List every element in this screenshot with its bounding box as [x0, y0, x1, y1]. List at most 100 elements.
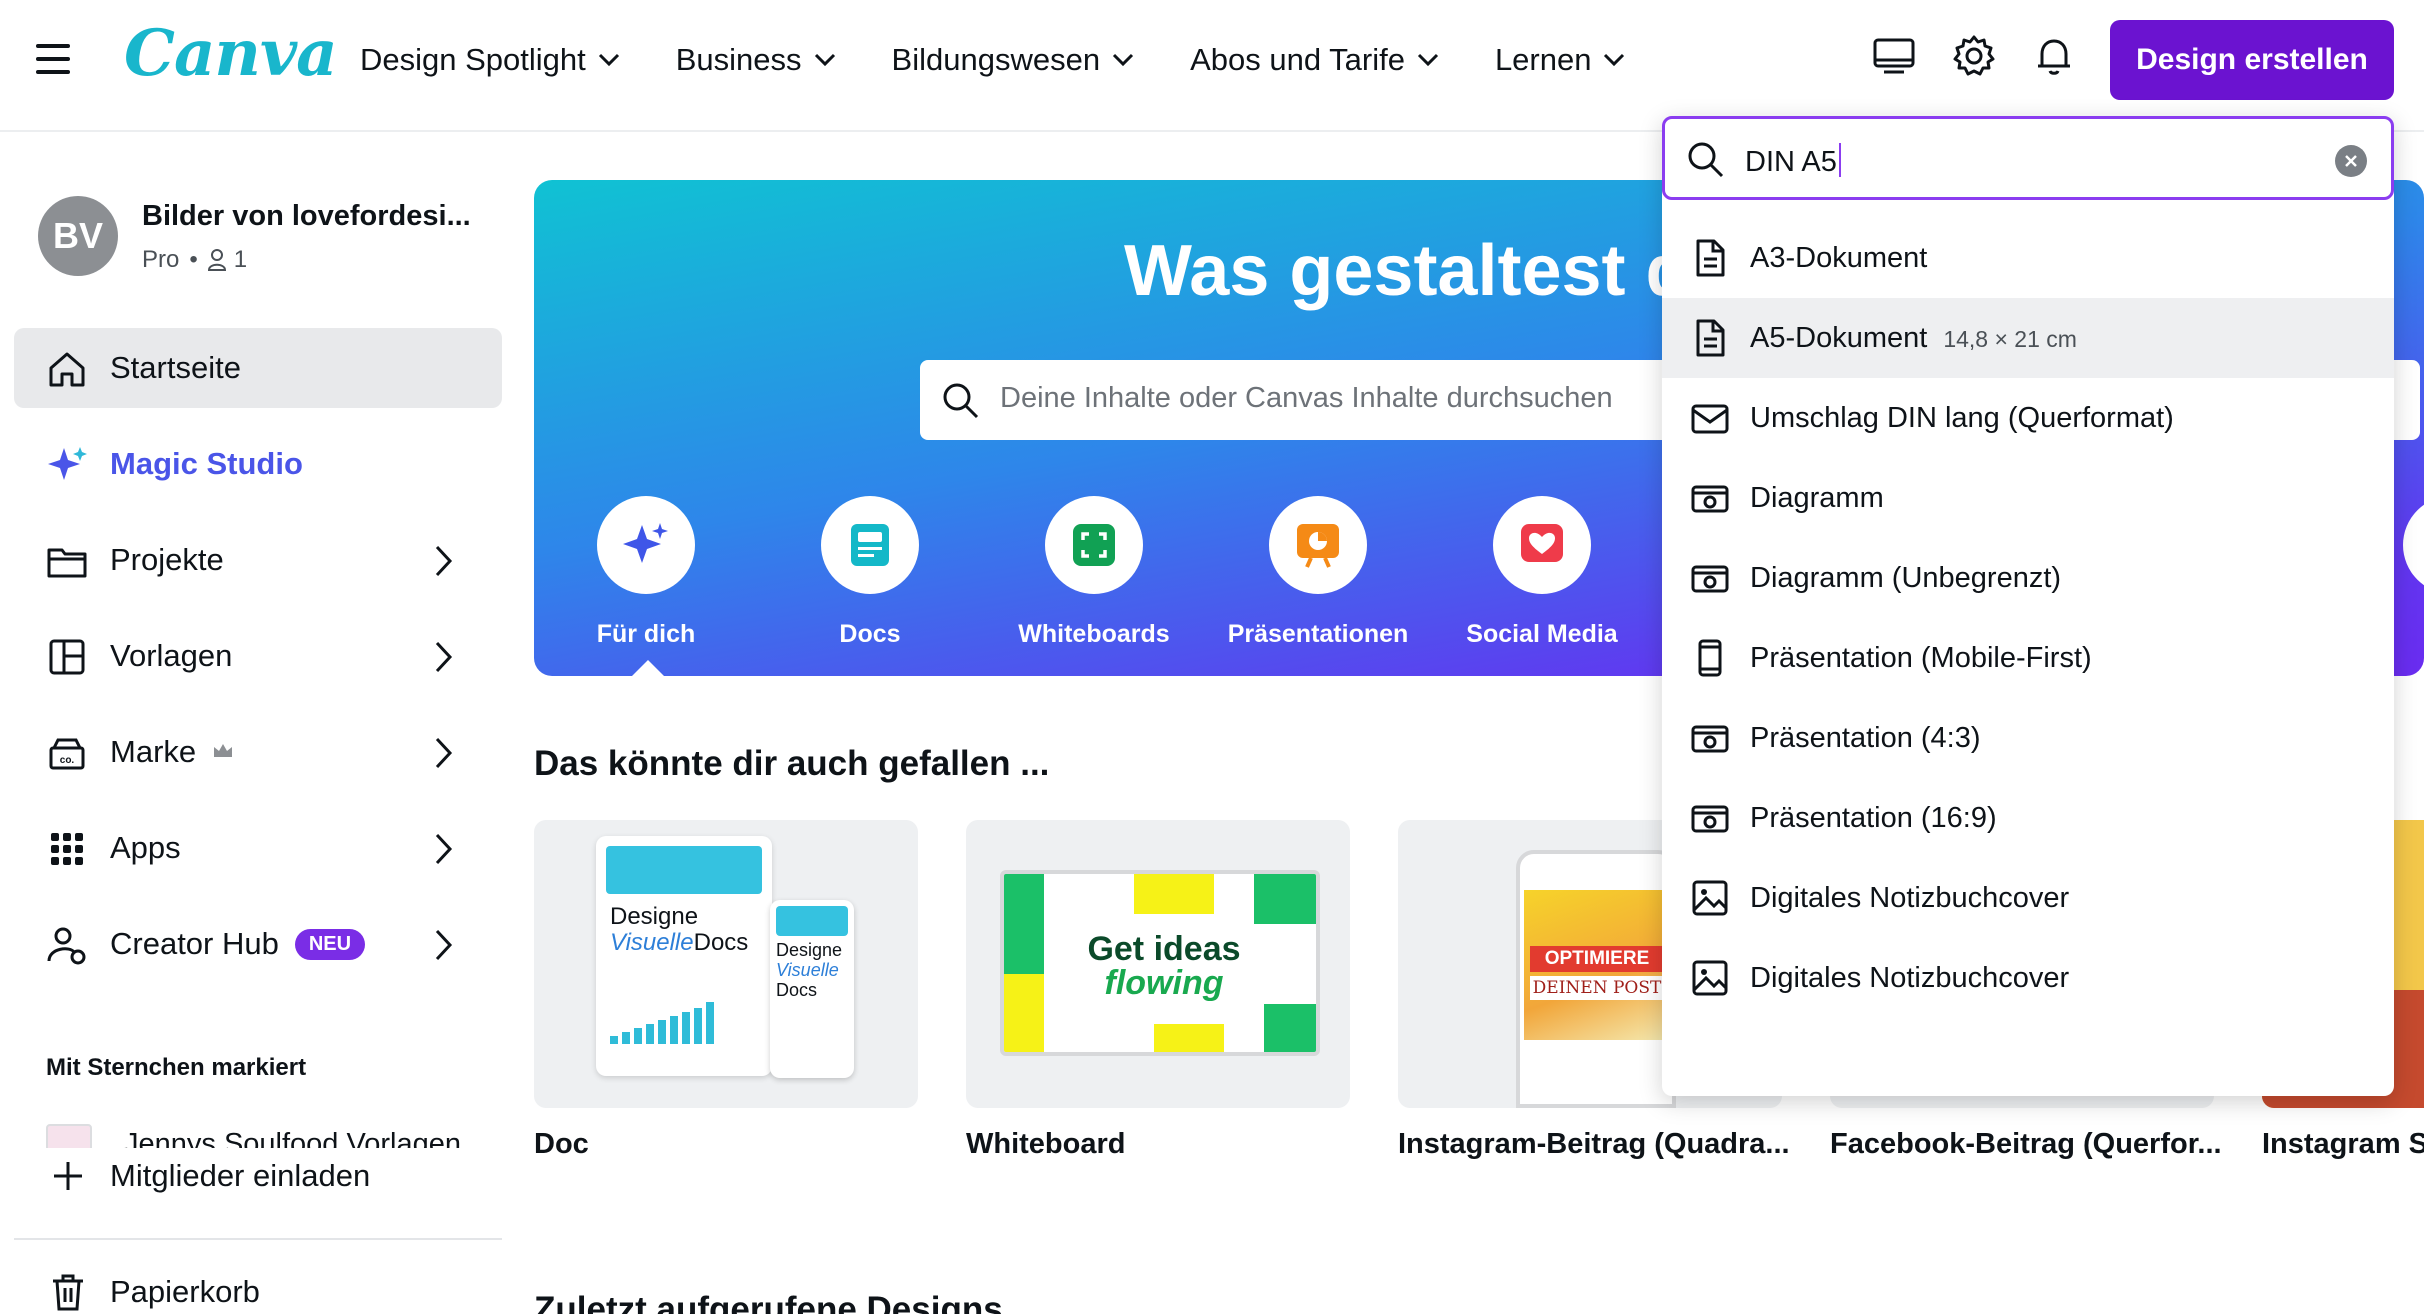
category-social-media[interactable]: Social Media	[1430, 496, 1654, 649]
recent-designs-title: Zuletzt aufgerufene Designs	[534, 1290, 1003, 1314]
main-nav: Design Spotlight Business Bildungswesen …	[360, 0, 1681, 120]
envelope-icon	[1691, 404, 1729, 434]
nav-lernen[interactable]: Lernen	[1495, 42, 1626, 78]
search-result-label: A3-Dokument	[1750, 241, 1928, 274]
category-label: Whiteboards	[1018, 620, 1170, 648]
search-result-label: Diagramm (Unbegrenzt)	[1750, 561, 2062, 594]
avatar[interactable]: BV	[38, 196, 118, 276]
search-result-item[interactable]: Diagramm (Unbegrenzt)	[1662, 538, 2394, 618]
sidebar-item-creator-hub[interactable]: Creator Hub NEU	[14, 904, 502, 984]
chevron-right-icon	[435, 641, 453, 673]
new-badge: NEU	[294, 928, 366, 960]
nav-bildungswesen[interactable]: Bildungswesen	[892, 42, 1135, 78]
menu-icon[interactable]	[36, 44, 70, 74]
sidebar-item-label: Apps	[110, 830, 181, 865]
category-whiteboards[interactable]: Whiteboards	[982, 496, 1206, 649]
home-icon	[49, 352, 85, 387]
sidebar-item-vorlagen[interactable]: Vorlagen	[14, 616, 502, 696]
search-result-item[interactable]: Umschlag DIN lang (Querformat)	[1662, 378, 2394, 458]
sidebar-item-magic-studio[interactable]: Magic Studio	[14, 424, 502, 504]
search-result-item[interactable]: A5-Dokument 14,8 × 21 cm	[1662, 298, 2394, 378]
search-result-item[interactable]: Präsentation (Mobile-First)	[1662, 618, 2394, 698]
presentation-icon	[1691, 485, 1729, 513]
search-result-item[interactable]: Digitales Notizbuchcover	[1662, 938, 2394, 1018]
chevron-right-icon	[435, 545, 453, 577]
document-icon	[1696, 239, 1725, 277]
nav-business[interactable]: Business	[676, 42, 836, 78]
card-whiteboard[interactable]: Get ideas flowing	[966, 820, 1350, 1108]
image-icon	[1692, 960, 1728, 996]
invite-members-button[interactable]: Mitglieder einladen	[50, 1158, 370, 1194]
starred-thumbnail	[46, 1124, 92, 1148]
desktop-icon[interactable]	[1872, 34, 1916, 78]
search-dropdown: DIN A5 A3-Dokument A5-Dokument 14,8 × 21 c…	[1662, 116, 2394, 1096]
search-result-item[interactable]: Diagramm	[1662, 458, 2394, 538]
search-result-label: A5-Dokument 14,8 × 21 cm	[1750, 321, 2077, 354]
sidebar-item-startseite[interactable]: Startseite	[14, 328, 502, 408]
sidebar-item-marke[interactable]: co. Marke	[14, 712, 502, 792]
bell-icon[interactable]	[2032, 34, 2076, 78]
category-docs[interactable]: Docs	[758, 496, 982, 649]
account-plan: Pro • 1	[142, 246, 247, 274]
invite-label: Mitglieder einladen	[110, 1158, 371, 1193]
search-icon	[1688, 142, 1724, 178]
search-icon	[943, 383, 979, 419]
clear-search-button[interactable]	[2335, 145, 2367, 177]
document-icon	[1696, 319, 1725, 357]
nav-abos-und-tarife[interactable]: Abos und Tarife	[1190, 42, 1439, 78]
trash-icon	[53, 1274, 83, 1311]
starred-item[interactable]: Jennys Soulfood Vorlagen	[46, 1120, 476, 1148]
sidebar-item-projekte[interactable]: Projekte	[14, 520, 502, 600]
chevron-down-icon	[1604, 53, 1625, 67]
search-result-label: Präsentation (4:3)	[1750, 721, 1981, 754]
sidebar-item-apps[interactable]: Apps	[14, 808, 502, 888]
more-icon	[2403, 496, 2424, 594]
instagram-thumbnail-phone: OPTIMIERE DEINEN POST	[1516, 850, 1676, 1108]
category-label: Präsentationen	[1227, 620, 1409, 648]
presentation-icon	[1691, 805, 1729, 833]
search-query: DIN A5	[1745, 143, 1841, 179]
card-label: Facebook-Beitrag (Querfor...	[1830, 1128, 2222, 1160]
search-result-item[interactable]: A3-Dokument	[1662, 218, 2394, 298]
sidebar-item-label: Projekte	[110, 542, 224, 577]
nav-design-spotlight[interactable]: Design Spotlight	[360, 42, 620, 78]
doc-thumbnail-phone: Designe Visuelle Docs	[770, 900, 854, 1078]
search-result-item[interactable]: Präsentation (4:3)	[1662, 698, 2394, 778]
chevron-down-icon	[1113, 53, 1134, 67]
card-label: Doc	[534, 1128, 589, 1160]
chevron-right-icon	[435, 833, 453, 865]
search-result-label: Digitales Notizbuchcover	[1750, 961, 2070, 994]
apps-grid-icon	[51, 833, 83, 865]
category-label: Für dich	[596, 620, 696, 648]
account-name[interactable]: Bilder von lovefordesi...	[142, 200, 471, 233]
card-doc[interactable]: Designe VisuelleDocs Designe Visuelle Docs	[534, 820, 918, 1108]
chevron-down-icon	[598, 53, 619, 67]
chevron-right-icon	[435, 737, 453, 769]
image-icon	[1692, 880, 1728, 916]
trash-button[interactable]: Papierkorb	[50, 1272, 260, 1312]
search-result-label: Präsentation (16:9)	[1750, 801, 1997, 834]
search-result-item[interactable]: Digitales Notizbuchcover	[1662, 858, 2394, 938]
gear-icon[interactable]	[1952, 34, 1996, 78]
search-placeholder: Deine Inhalte oder Canvas Inhalte durchs…	[1000, 382, 1613, 414]
members-count: 1	[233, 246, 248, 273]
category-fur-dich[interactable]: Für dich	[534, 496, 758, 649]
create-design-button[interactable]: Design erstellen	[2110, 20, 2394, 100]
starred-heading: Mit Sternchen markiert	[46, 1054, 307, 1081]
category-prasentationen[interactable]: Präsentationen	[1206, 496, 1430, 649]
search-input[interactable]: DIN A5	[1662, 116, 2394, 200]
card-label: Instagram St	[2262, 1128, 2424, 1160]
search-result-label: Umschlag DIN lang (Querformat)	[1750, 401, 2174, 434]
brand-icon: co.	[49, 738, 85, 770]
sidebar-item-label: Marke	[110, 734, 197, 769]
close-icon	[2345, 155, 2357, 167]
chevron-right-icon	[435, 929, 453, 961]
search-result-label: Diagramm	[1750, 481, 1884, 514]
sidebar-item-label: Startseite	[110, 350, 241, 385]
trash-label: Papierkorb	[110, 1274, 260, 1309]
magic-sparkle-icon	[48, 447, 87, 480]
canva-logo[interactable]: Canva	[124, 16, 338, 91]
sidebar-item-label: Creator Hub NEU	[110, 926, 366, 962]
doc-thumbnail-art: Designe VisuelleDocs	[596, 836, 772, 1076]
search-result-item[interactable]: Präsentation (16:9)	[1662, 778, 2394, 858]
